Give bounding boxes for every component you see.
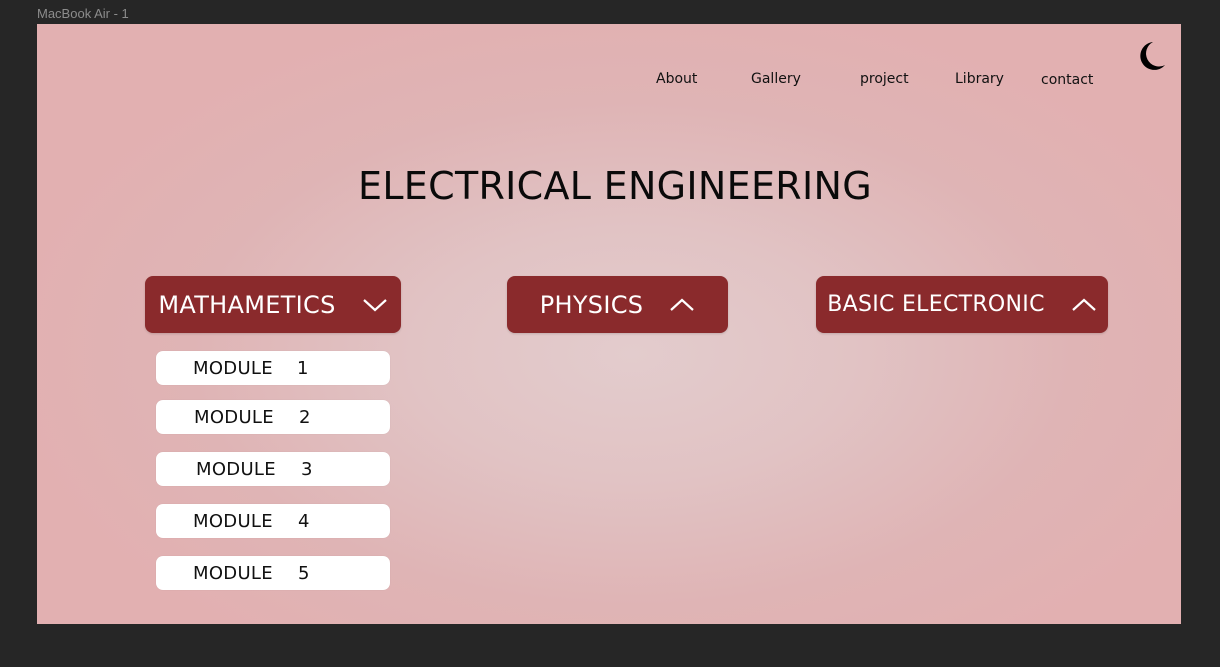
- module-item-4[interactable]: MODULE 4: [156, 504, 390, 538]
- subject-dropdown-physics[interactable]: PHYSICS: [507, 276, 728, 333]
- moon-icon[interactable]: [1131, 36, 1171, 76]
- subject-label: PHYSICS: [539, 290, 644, 319]
- module-label: MODULE: [193, 357, 273, 379]
- chevron-up-icon: [670, 298, 695, 311]
- module-item-3[interactable]: MODULE 3: [156, 452, 390, 486]
- module-item-2[interactable]: MODULE 2: [156, 400, 390, 434]
- module-label: MODULE: [193, 562, 273, 584]
- module-label: MODULE: [196, 458, 276, 480]
- module-number: 1: [297, 357, 309, 379]
- module-number: 4: [298, 510, 310, 532]
- module-item-1[interactable]: MODULE 1: [156, 351, 390, 385]
- nav-link-contact[interactable]: contact: [1041, 72, 1093, 88]
- chevron-up-icon: [1072, 298, 1096, 311]
- nav-link-gallery[interactable]: Gallery: [751, 71, 801, 87]
- nav-link-library[interactable]: Library: [955, 71, 1004, 87]
- subject-label: MATHAMETICS: [158, 290, 336, 319]
- chevron-down-icon: [362, 298, 387, 311]
- page-canvas: About Gallery project Library contact EL…: [37, 24, 1181, 624]
- subject-dropdown-basic-electronic[interactable]: BASIC ELECTRONIC: [816, 276, 1108, 333]
- module-number: 2: [299, 406, 311, 428]
- nav-link-project[interactable]: project: [860, 71, 909, 87]
- subject-dropdown-mathematics[interactable]: MATHAMETICS: [145, 276, 401, 333]
- subject-label: BASIC ELECTRONIC: [827, 292, 1045, 317]
- frame-label: MacBook Air - 1: [37, 6, 129, 21]
- page-title: ELECTRICAL ENGINEERING: [358, 164, 872, 208]
- nav-link-about[interactable]: About: [656, 71, 697, 87]
- module-label: MODULE: [194, 406, 274, 428]
- module-label: MODULE: [193, 510, 273, 532]
- module-number: 3: [301, 458, 313, 480]
- module-number: 5: [298, 562, 310, 584]
- module-item-5[interactable]: MODULE 5: [156, 556, 390, 590]
